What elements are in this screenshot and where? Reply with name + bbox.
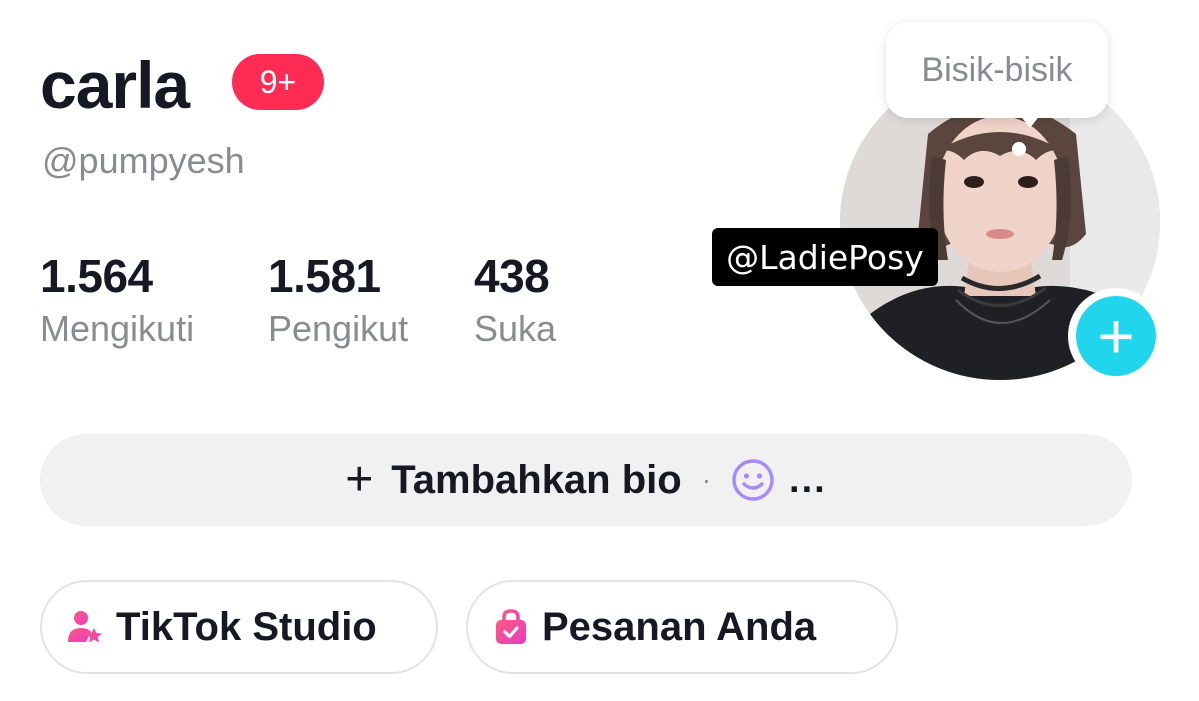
plus-icon: + bbox=[1076, 296, 1156, 376]
stat-likes-count: 438 bbox=[474, 250, 550, 302]
smile-icon[interactable] bbox=[731, 458, 775, 502]
watermark-label: @LadiePosy bbox=[712, 228, 938, 286]
your-orders-button[interactable]: Pesanan Anda bbox=[466, 580, 898, 674]
add-bio-button[interactable]: + Tambahkan bio · ... bbox=[40, 434, 1132, 526]
stat-following[interactable]: 1.564 Mengikuti bbox=[40, 248, 194, 354]
tiktok-studio-label: TikTok Studio bbox=[116, 604, 377, 649]
add-bio-label: Tambahkan bio bbox=[391, 457, 682, 502]
profile-name: carla bbox=[40, 48, 190, 122]
stat-likes[interactable]: 438 Suka bbox=[474, 248, 556, 354]
tooltip-dot bbox=[1012, 142, 1026, 156]
your-orders-label: Pesanan Anda bbox=[542, 604, 817, 649]
plus-icon: + bbox=[345, 453, 374, 506]
stat-likes-label: Suka bbox=[474, 308, 557, 349]
whisper-tooltip[interactable]: Bisik-bisik bbox=[886, 22, 1108, 118]
stat-followers-label: Pengikut bbox=[268, 308, 409, 349]
profile-handle: @pumpyesh bbox=[42, 140, 245, 181]
add-avatar-button[interactable]: + bbox=[1068, 288, 1164, 384]
shopping-bag-icon bbox=[492, 608, 530, 646]
notification-badge[interactable]: 9+ bbox=[232, 54, 324, 110]
stat-followers-count: 1.581 bbox=[268, 250, 381, 302]
tiktok-studio-button[interactable]: TikTok Studio bbox=[40, 580, 438, 674]
more-options-icon[interactable]: ... bbox=[789, 459, 827, 502]
stat-followers[interactable]: 1.581 Pengikut bbox=[268, 248, 408, 354]
bio-separator: · bbox=[701, 464, 712, 495]
stat-following-count: 1.564 bbox=[40, 250, 153, 302]
creator-star-icon bbox=[66, 608, 104, 646]
stat-following-label: Mengikuti bbox=[40, 308, 195, 349]
